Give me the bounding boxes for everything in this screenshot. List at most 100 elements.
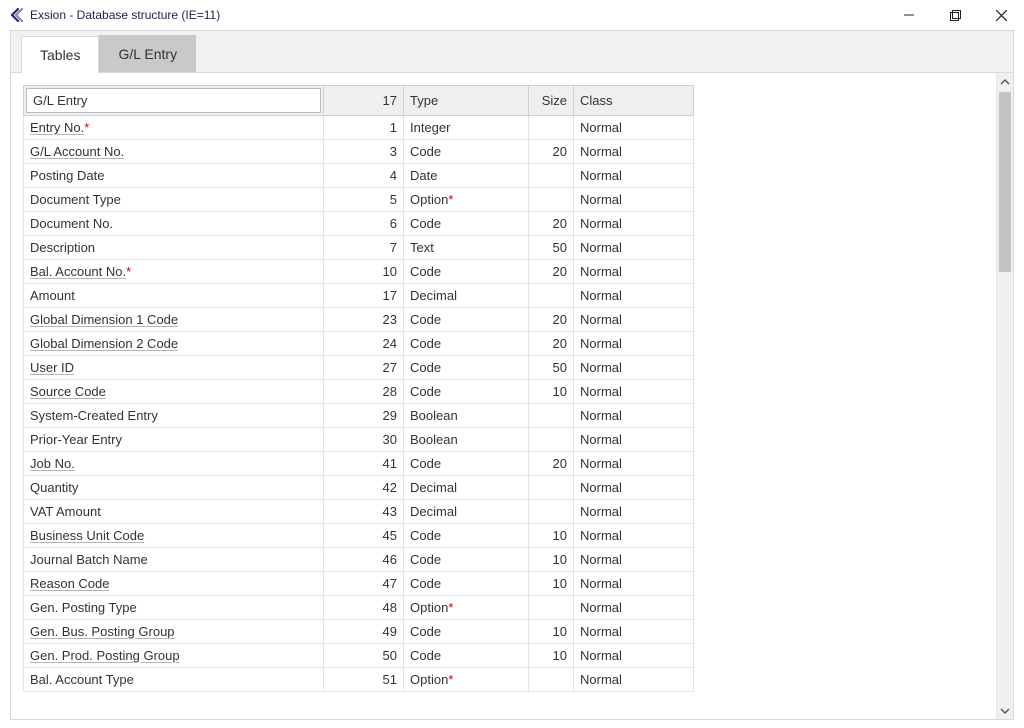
cell-field-class: Normal bbox=[574, 236, 694, 260]
cell-field-name[interactable]: Description bbox=[24, 236, 324, 260]
cell-field-name[interactable]: Global Dimension 1 Code bbox=[24, 308, 324, 332]
cell-field-name[interactable]: Gen. Posting Type bbox=[24, 596, 324, 620]
vertical-scrollbar[interactable] bbox=[996, 73, 1013, 719]
table-row[interactable]: Bal. Account No.*10Code20Normal bbox=[24, 260, 694, 284]
window-title: Exsion - Database structure (IE=11) bbox=[30, 8, 886, 22]
cell-field-name[interactable]: Document Type bbox=[24, 188, 324, 212]
table-row[interactable]: System-Created Entry29BooleanNormal bbox=[24, 404, 694, 428]
cell-field-no: 42 bbox=[324, 476, 404, 500]
cell-field-name[interactable]: Bal. Account Type bbox=[24, 668, 324, 692]
field-type: Code bbox=[410, 312, 441, 327]
table-row[interactable]: Global Dimension 1 Code23Code20Normal bbox=[24, 308, 694, 332]
cell-field-name[interactable]: G/L Account No. bbox=[24, 140, 324, 164]
field-type: Code bbox=[410, 648, 441, 663]
table-row[interactable]: Gen. Prod. Posting Group50Code10Normal bbox=[24, 644, 694, 668]
table-row[interactable]: Document No.6Code20Normal bbox=[24, 212, 694, 236]
cell-field-no: 4 bbox=[324, 164, 404, 188]
cell-field-name[interactable]: System-Created Entry bbox=[24, 404, 324, 428]
field-name: Amount bbox=[30, 288, 75, 303]
table-row[interactable]: Gen. Bus. Posting Group49Code10Normal bbox=[24, 620, 694, 644]
field-type: Code bbox=[410, 528, 441, 543]
window-controls bbox=[886, 0, 1024, 30]
cell-field-no: 28 bbox=[324, 380, 404, 404]
table-row[interactable]: User ID27Code50Normal bbox=[24, 356, 694, 380]
cell-field-name[interactable]: Business Unit Code bbox=[24, 524, 324, 548]
filter-input[interactable] bbox=[26, 88, 321, 113]
cell-field-name[interactable]: Document No. bbox=[24, 212, 324, 236]
table-row[interactable]: VAT Amount43DecimalNormal bbox=[24, 500, 694, 524]
required-star-icon: * bbox=[84, 120, 89, 135]
table-row[interactable]: Description7Text50Normal bbox=[24, 236, 694, 260]
cell-field-name[interactable]: Gen. Prod. Posting Group bbox=[24, 644, 324, 668]
cell-field-name[interactable]: Gen. Bus. Posting Group bbox=[24, 620, 324, 644]
cell-field-size: 20 bbox=[529, 212, 574, 236]
column-header-no[interactable]: 17 bbox=[324, 86, 404, 116]
field-name: Source Code bbox=[30, 384, 106, 399]
table-row[interactable]: Gen. Posting Type48Option*Normal bbox=[24, 596, 694, 620]
table-row[interactable]: Business Unit Code45Code10Normal bbox=[24, 524, 694, 548]
tab-tables[interactable]: Tables bbox=[21, 36, 99, 73]
cell-field-size bbox=[529, 284, 574, 308]
minimize-button[interactable] bbox=[886, 0, 932, 30]
cell-field-name[interactable]: Global Dimension 2 Code bbox=[24, 332, 324, 356]
table-row[interactable]: Global Dimension 2 Code24Code20Normal bbox=[24, 332, 694, 356]
table-row[interactable]: Job No.41Code20Normal bbox=[24, 452, 694, 476]
cell-field-no: 43 bbox=[324, 500, 404, 524]
cell-field-type: Decimal bbox=[404, 284, 529, 308]
column-header-class[interactable]: Class bbox=[574, 86, 694, 116]
cell-field-name[interactable]: Entry No.* bbox=[24, 116, 324, 140]
table-row[interactable]: Posting Date4DateNormal bbox=[24, 164, 694, 188]
content-area: 17 Type Size Class Entry No.*1IntegerNor… bbox=[11, 73, 996, 719]
cell-field-name[interactable]: Amount bbox=[24, 284, 324, 308]
cell-field-class: Normal bbox=[574, 212, 694, 236]
table-row[interactable]: Source Code28Code10Normal bbox=[24, 380, 694, 404]
field-name: Reason Code bbox=[30, 576, 110, 591]
scroll-track[interactable] bbox=[997, 90, 1013, 702]
cell-field-size bbox=[529, 164, 574, 188]
cell-field-size bbox=[529, 596, 574, 620]
maximize-button[interactable] bbox=[932, 0, 978, 30]
field-type: Decimal bbox=[410, 288, 457, 303]
table-row[interactable]: Entry No.*1IntegerNormal bbox=[24, 116, 694, 140]
close-button[interactable] bbox=[978, 0, 1024, 30]
cell-field-name[interactable]: Quantity bbox=[24, 476, 324, 500]
cell-field-name[interactable]: Bal. Account No.* bbox=[24, 260, 324, 284]
cell-field-size: 50 bbox=[529, 356, 574, 380]
cell-field-name[interactable]: Prior-Year Entry bbox=[24, 428, 324, 452]
cell-field-class: Normal bbox=[574, 284, 694, 308]
cell-field-name[interactable]: Journal Batch Name bbox=[24, 548, 324, 572]
tab-gl-entry[interactable]: G/L Entry bbox=[99, 35, 196, 72]
cell-field-name[interactable]: Posting Date bbox=[24, 164, 324, 188]
cell-field-no: 24 bbox=[324, 332, 404, 356]
column-header-type[interactable]: Type bbox=[404, 86, 529, 116]
cell-field-name[interactable]: User ID bbox=[24, 356, 324, 380]
table-row[interactable]: Document Type5Option*Normal bbox=[24, 188, 694, 212]
cell-field-name[interactable]: Source Code bbox=[24, 380, 324, 404]
column-header-name[interactable] bbox=[24, 86, 324, 116]
cell-field-name[interactable]: Job No. bbox=[24, 452, 324, 476]
scroll-down-icon[interactable] bbox=[997, 702, 1013, 719]
cell-field-no: 5 bbox=[324, 188, 404, 212]
table-row[interactable]: Amount17DecimalNormal bbox=[24, 284, 694, 308]
table-row[interactable]: Journal Batch Name46Code10Normal bbox=[24, 548, 694, 572]
table-row[interactable]: Prior-Year Entry30BooleanNormal bbox=[24, 428, 694, 452]
cell-field-size: 20 bbox=[529, 140, 574, 164]
scroll-up-icon[interactable] bbox=[997, 73, 1013, 90]
cell-field-type: Code bbox=[404, 644, 529, 668]
table-row[interactable]: Quantity42DecimalNormal bbox=[24, 476, 694, 500]
cell-field-class: Normal bbox=[574, 188, 694, 212]
table-row[interactable]: G/L Account No.3Code20Normal bbox=[24, 140, 694, 164]
column-header-size[interactable]: Size bbox=[529, 86, 574, 116]
table-row[interactable]: Reason Code47Code10Normal bbox=[24, 572, 694, 596]
table-header-row: 17 Type Size Class bbox=[24, 86, 694, 116]
table-row[interactable]: Bal. Account Type51Option*Normal bbox=[24, 668, 694, 692]
cell-field-class: Normal bbox=[574, 452, 694, 476]
field-type: Code bbox=[410, 456, 441, 471]
cell-field-type: Code bbox=[404, 572, 529, 596]
cell-field-type: Boolean bbox=[404, 428, 529, 452]
cell-field-name[interactable]: VAT Amount bbox=[24, 500, 324, 524]
field-name: Gen. Posting Type bbox=[30, 600, 137, 615]
scroll-thumb[interactable] bbox=[999, 92, 1011, 272]
field-name: Entry No. bbox=[30, 120, 84, 135]
cell-field-name[interactable]: Reason Code bbox=[24, 572, 324, 596]
